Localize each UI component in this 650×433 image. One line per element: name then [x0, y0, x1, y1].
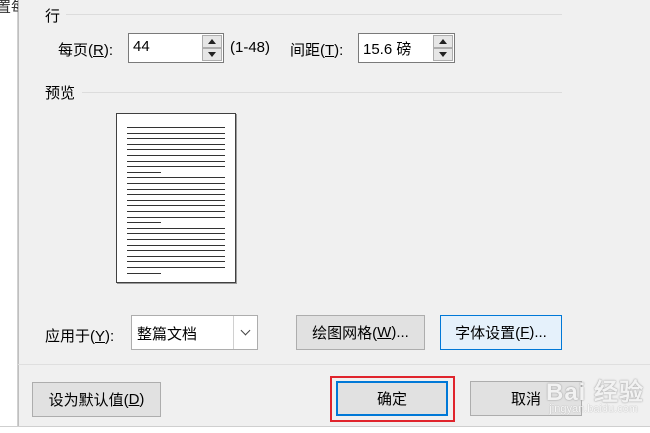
preview-text-line: [127, 211, 225, 212]
line-spacing-spinner[interactable]: 15.6 磅: [358, 33, 455, 63]
preview-text-line: [127, 239, 225, 240]
preview-text-line: [127, 216, 225, 218]
preview-text-line: [127, 155, 225, 156]
lines-per-page-label: 每页(R):: [58, 42, 114, 59]
apply-to-selected-value: 整篇文档: [137, 326, 198, 343]
apply-to-dropdown-toggle[interactable]: [233, 316, 257, 349]
page-preview-thumbnail: [116, 113, 236, 283]
footer-divider: [18, 364, 650, 365]
apply-to-label: 应用于(Y):: [45, 328, 115, 345]
baidu-jingyan-watermark: Bai 经验: [545, 379, 644, 406]
preview-text-line: [127, 244, 225, 246]
preview-text-line: [127, 138, 225, 140]
preview-text-line: [127, 166, 225, 168]
arrow-up-icon: [208, 39, 216, 44]
line-spacing-decrement-button[interactable]: [433, 48, 453, 61]
preview-text-line: [127, 127, 225, 128]
lines-section-divider: [66, 14, 562, 15]
chevron-down-icon: [240, 325, 251, 336]
preview-text-line: [127, 160, 225, 162]
preview-text-line: [127, 132, 225, 134]
background-document-edge: 置每: [0, 0, 26, 433]
preview-text-line: [127, 199, 225, 201]
preview-text-line: [127, 255, 225, 257]
line-spacing-value[interactable]: 15.6 磅: [363, 38, 411, 59]
preview-text-line: [127, 194, 225, 196]
lines-section-title: 行: [45, 8, 61, 25]
set-as-default-button[interactable]: 设为默认值(D): [32, 382, 161, 417]
preview-text-line: [127, 227, 225, 229]
arrow-down-icon: [208, 52, 216, 57]
font-settings-button[interactable]: 字体设置(F)...: [440, 315, 562, 350]
line-spacing-label: 间距(T):: [290, 42, 344, 59]
preview-text-line: [127, 143, 225, 145]
preview-text-line: [127, 222, 161, 224]
preview-text-line: [127, 250, 225, 252]
lines-per-page-decrement-button[interactable]: [202, 48, 222, 61]
arrow-up-icon: [439, 39, 447, 44]
preview-text-line: [127, 205, 225, 207]
preview-text-line: [127, 183, 225, 184]
document-grid-dialog: [18, 0, 650, 433]
preview-text-line: [127, 272, 161, 274]
lines-per-page-increment-button[interactable]: [202, 35, 222, 48]
preview-section-divider: [82, 92, 562, 93]
preview-text-line: [127, 233, 225, 235]
preview-section-title: 预览: [45, 85, 76, 102]
preview-text-line: [127, 171, 161, 173]
drawing-grid-button[interactable]: 绘图网格(W)...: [296, 315, 425, 350]
apply-to-dropdown[interactable]: 整篇文档: [131, 315, 258, 350]
line-spacing-increment-button[interactable]: [433, 35, 453, 48]
window-bottom-edge: [0, 426, 650, 433]
preview-text-line: [127, 188, 225, 190]
ok-button-highlight-annotation: [330, 376, 455, 422]
preview-text-line: [127, 149, 225, 151]
lines-per-page-value[interactable]: 44: [133, 38, 150, 55]
preview-text-line: [127, 261, 225, 263]
lines-per-page-spinner[interactable]: 44: [128, 33, 224, 63]
lines-per-page-range: (1-48): [230, 39, 271, 56]
preview-text-line: [127, 267, 225, 268]
preview-text-line: [127, 177, 225, 179]
arrow-down-icon: [439, 52, 447, 57]
baidu-jingyan-watermark-url: jingyan.baidu.com: [549, 403, 638, 415]
